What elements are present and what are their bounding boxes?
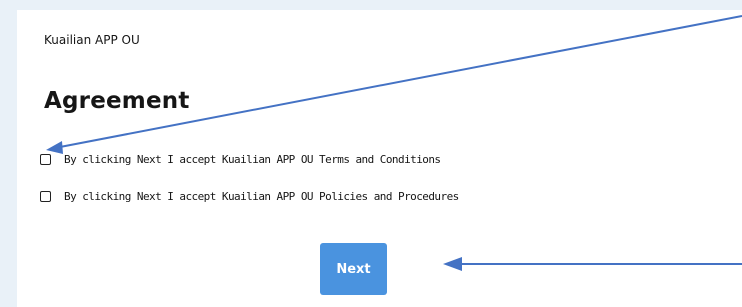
policies-checkbox-label[interactable]: By clicking Next I accept Kuailian APP O…	[64, 190, 459, 203]
terms-checkbox[interactable]	[40, 154, 51, 165]
terms-agreement-row[interactable]: By clicking Next I accept Kuailian APP O…	[40, 153, 441, 166]
org-name: Kuailian APP OU	[44, 33, 140, 47]
next-button[interactable]: Next	[320, 243, 387, 295]
page-title: Agreement	[44, 88, 190, 114]
terms-checkbox-label[interactable]: By clicking Next I accept Kuailian APP O…	[64, 153, 441, 166]
policies-checkbox[interactable]	[40, 191, 51, 202]
policies-agreement-row[interactable]: By clicking Next I accept Kuailian APP O…	[40, 190, 459, 203]
agreement-card: Kuailian APP OU Agreement By clicking Ne…	[17, 10, 742, 307]
